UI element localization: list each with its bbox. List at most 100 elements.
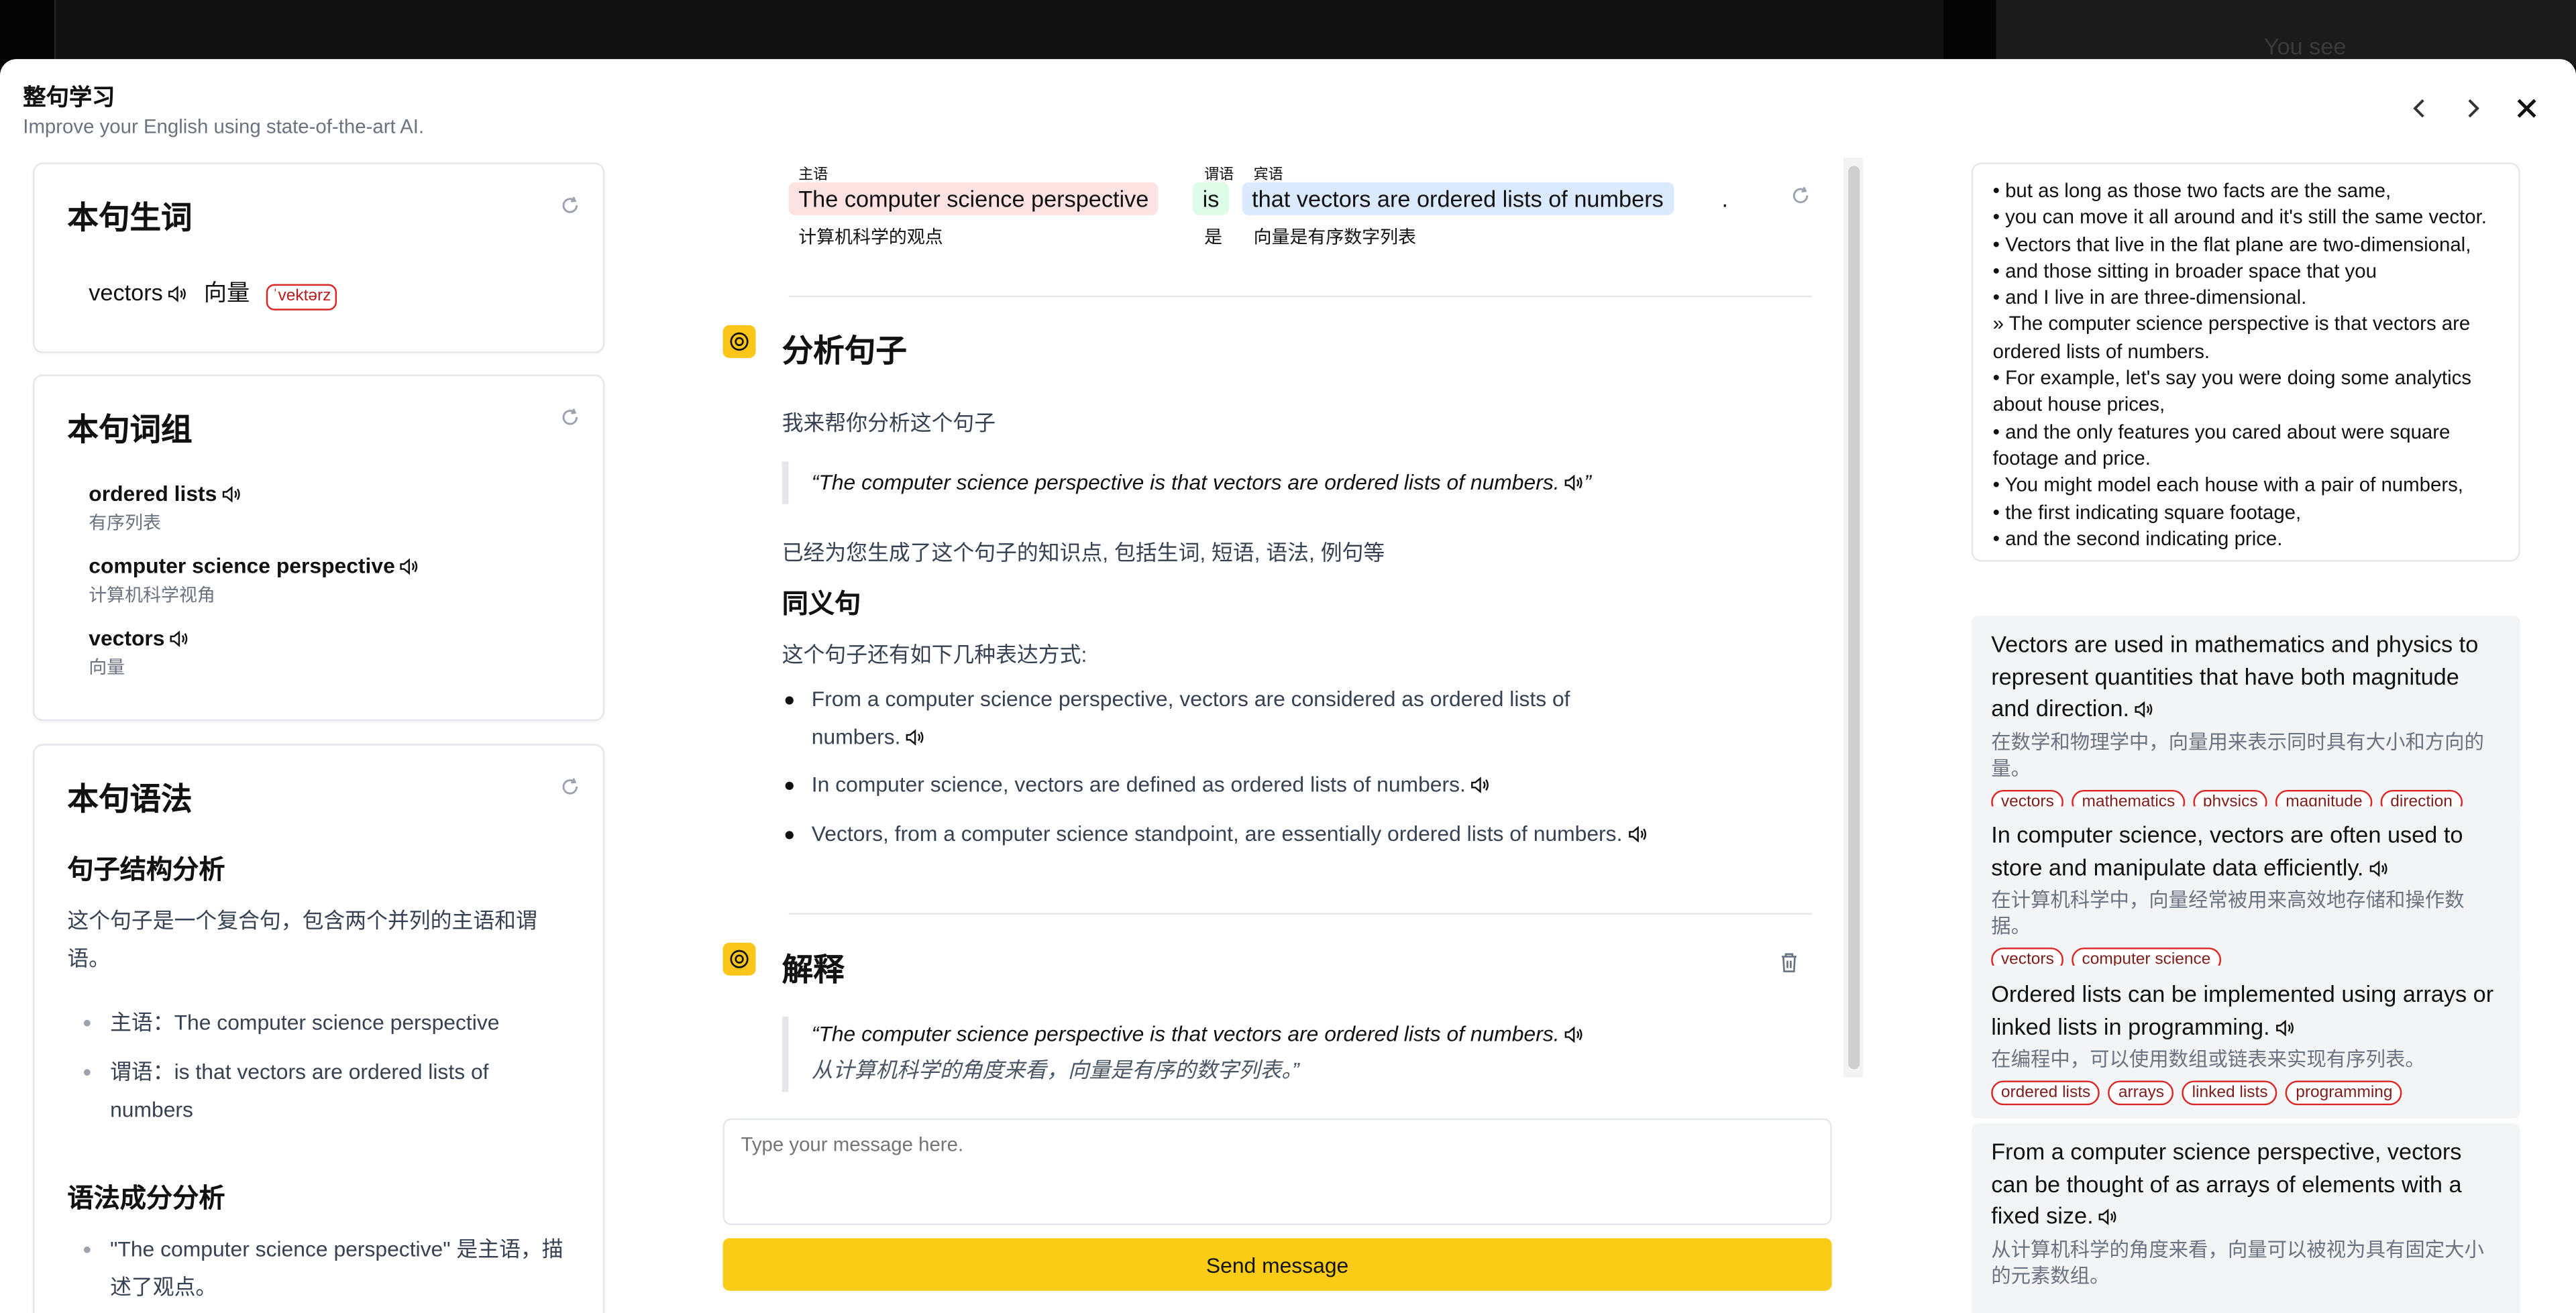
transcript-line[interactable]: • you can move it all around and it's st… [1993, 204, 2499, 231]
example-en: In computer science, vectors are often u… [1991, 821, 2463, 880]
grammar-bullet: 主语：The computer science perspective [83, 1003, 570, 1041]
structure-text: 这个句子是一个复合句，包含两个并列的主语和谓语。 [67, 908, 537, 971]
synonym-intro: 这个句子还有如下几种表达方式: [782, 642, 1087, 667]
transcript-line[interactable]: • but as long as those two facts are the… [1993, 177, 2499, 204]
component-bullet: "The computer science perspective" 是主语，描… [83, 1230, 570, 1306]
speaker-icon[interactable] [400, 555, 419, 575]
tag[interactable]: arrays [2108, 1080, 2174, 1106]
vocab-row: vectors 向量 ˈvektərz [89, 276, 338, 310]
refresh-icon [562, 196, 578, 213]
transcript-line[interactable]: • and those sitting in broader space tha… [1993, 258, 2499, 284]
refresh-phrases-button[interactable] [560, 406, 580, 425]
speaker-icon[interactable] [1470, 767, 1490, 794]
synonym-item: Vectors, from a computer science standpo… [782, 815, 1653, 852]
vocab-meaning: 向量 [203, 279, 250, 306]
speaker-icon[interactable] [222, 483, 241, 503]
scrollbar[interactable] [1848, 166, 1860, 1070]
quote-close: ” [1584, 469, 1591, 495]
refresh-sentence-button[interactable] [1790, 184, 1810, 203]
example-card: From a computer science perspective, vec… [1971, 1123, 2520, 1313]
chevron-right-icon [2468, 99, 2479, 118]
explanation-zh: 从计算机科学的角度来看，向量是有序的数字列表。” [811, 1058, 1299, 1082]
phrase-zh: 计算机科学视角 [89, 586, 215, 606]
speaker-icon[interactable] [2275, 1013, 2294, 1036]
grammar-card: 本句语法 句子结构分析 这个句子是一个复合句，包含两个并列的主语和谓语。 主语：… [32, 744, 605, 1313]
vocab-card: 本句生词 vectors 向量 ˈvektərz [32, 162, 605, 353]
phrase-zh: 向量 [89, 659, 125, 679]
phrase-item: vectors 向量 [89, 626, 189, 680]
quote-text: “The computer science perspective is tha… [811, 469, 1560, 495]
speaker-icon[interactable] [168, 281, 187, 302]
subject-translation: 计算机科学的观点 [798, 228, 943, 248]
refresh-icon [1792, 186, 1809, 203]
ai-avatar-icon [722, 942, 756, 976]
prev-button[interactable] [2405, 94, 2434, 123]
background-panel: You see [1996, 0, 2576, 66]
example-en: Ordered lists can be implemented using a… [1991, 980, 2494, 1039]
sentence-period: . [1721, 185, 1729, 212]
phrase-en: computer science perspective [89, 553, 395, 579]
speaker-icon[interactable] [2098, 1202, 2118, 1226]
transcript-line-current[interactable]: » The computer science perspective is th… [1993, 311, 2499, 365]
example-zh: 在编程中，可以使用数组或链表来实现有序列表。 [1991, 1047, 2425, 1071]
transcript-line[interactable]: • the first indicating square footage, [1993, 498, 2499, 525]
speaker-icon[interactable] [2369, 853, 2388, 876]
speaker-icon[interactable] [1564, 1018, 1584, 1043]
example-card: Ordered lists can be implemented using a… [1971, 966, 2520, 1119]
subject-chip[interactable]: The computer science perspective [788, 182, 1159, 215]
predicate-label: 谓语 [1204, 166, 1234, 182]
transcript-line[interactable]: • and the second indicating price. [1993, 525, 2499, 552]
ai-avatar-icon [722, 325, 756, 358]
transcript-line[interactable]: • You might model each house with a pair… [1993, 472, 2499, 499]
synonym-title: 同义句 [782, 591, 861, 620]
phrase-zh: 有序列表 [89, 514, 162, 534]
predicate-chip[interactable]: is [1192, 182, 1230, 215]
speaker-icon[interactable] [906, 720, 925, 746]
refresh-grammar-button[interactable] [560, 775, 580, 795]
transcript-line[interactable]: • Vectors that live in the flat plane ar… [1993, 231, 2499, 258]
example-card: In computer science, vectors are often u… [1971, 806, 2520, 986]
analysis-quote: “The computer science perspective is tha… [782, 461, 1801, 504]
tag[interactable]: ordered lists [1991, 1080, 2100, 1106]
example-zh: 在数学和物理学中，向量用来表示同时具有大小和方向的量。 [1991, 730, 2484, 780]
synonym-text: Vectors, from a computer science standpo… [811, 821, 1623, 846]
object-chip[interactable]: that vectors are ordered lists of number… [1242, 182, 1674, 215]
background-video-area [54, 0, 1944, 66]
phrase-item: ordered lists 有序列表 [89, 481, 241, 536]
transcript-line[interactable]: • For example, let's say you were doing … [1993, 365, 2499, 418]
transcript-line[interactable]: • and the only features you cared about … [1993, 418, 2499, 472]
refresh-vocab-button[interactable] [560, 194, 580, 213]
close-button[interactable] [2512, 94, 2542, 123]
refresh-icon [562, 408, 578, 425]
synonym-text: In computer science, vectors are defined… [811, 772, 1466, 797]
transcript-line[interactable]: • and I live in are three-dimensional. [1993, 284, 2499, 311]
analysis-intro: 我来帮你分析这个句子 [782, 410, 996, 435]
example-zh: 在计算机科学中，向量经常被用来高效地存储和操作数据。 [1991, 888, 2465, 938]
speaker-icon[interactable] [170, 628, 189, 648]
sentence-study-modal: 整句学习 Improve your English using state-of… [0, 59, 2576, 1313]
modal-title: 整句学习 [23, 83, 115, 111]
tag[interactable]: programming [2286, 1080, 2403, 1106]
components-heading: 语法成分分析 [67, 1186, 225, 1214]
vocab-word: vectors [89, 279, 163, 306]
tag[interactable]: linked lists [2182, 1080, 2278, 1106]
send-message-button[interactable]: Send message [722, 1238, 1832, 1291]
phrases-card: 本句词组 ordered lists 有序列表 computer science… [32, 374, 605, 722]
explanation-en: “The computer science perspective is tha… [811, 1021, 1560, 1047]
background-hint: You see [2263, 32, 2347, 60]
phrase-en: vectors [89, 626, 165, 650]
speaker-icon[interactable] [1564, 463, 1584, 492]
grammar-bullet: 谓语：is that vectors are ordered lists of … [83, 1053, 570, 1129]
example-en: From a computer science perspective, vec… [1991, 1138, 2462, 1229]
object-translation: 向量是有序数字列表 [1253, 228, 1417, 248]
trash-icon [1781, 953, 1796, 972]
explanation-quote: “The computer science perspective is tha… [782, 1016, 1801, 1092]
message-input[interactable] [722, 1118, 1832, 1225]
next-button[interactable] [2458, 94, 2487, 123]
example-tags: ordered lists arrays linked lists progra… [1991, 1080, 2500, 1106]
refresh-icon [562, 778, 578, 795]
speaker-icon[interactable] [1627, 816, 1647, 843]
speaker-icon[interactable] [2134, 695, 2153, 718]
delete-button[interactable] [1778, 951, 1801, 974]
divider [788, 913, 1813, 915]
